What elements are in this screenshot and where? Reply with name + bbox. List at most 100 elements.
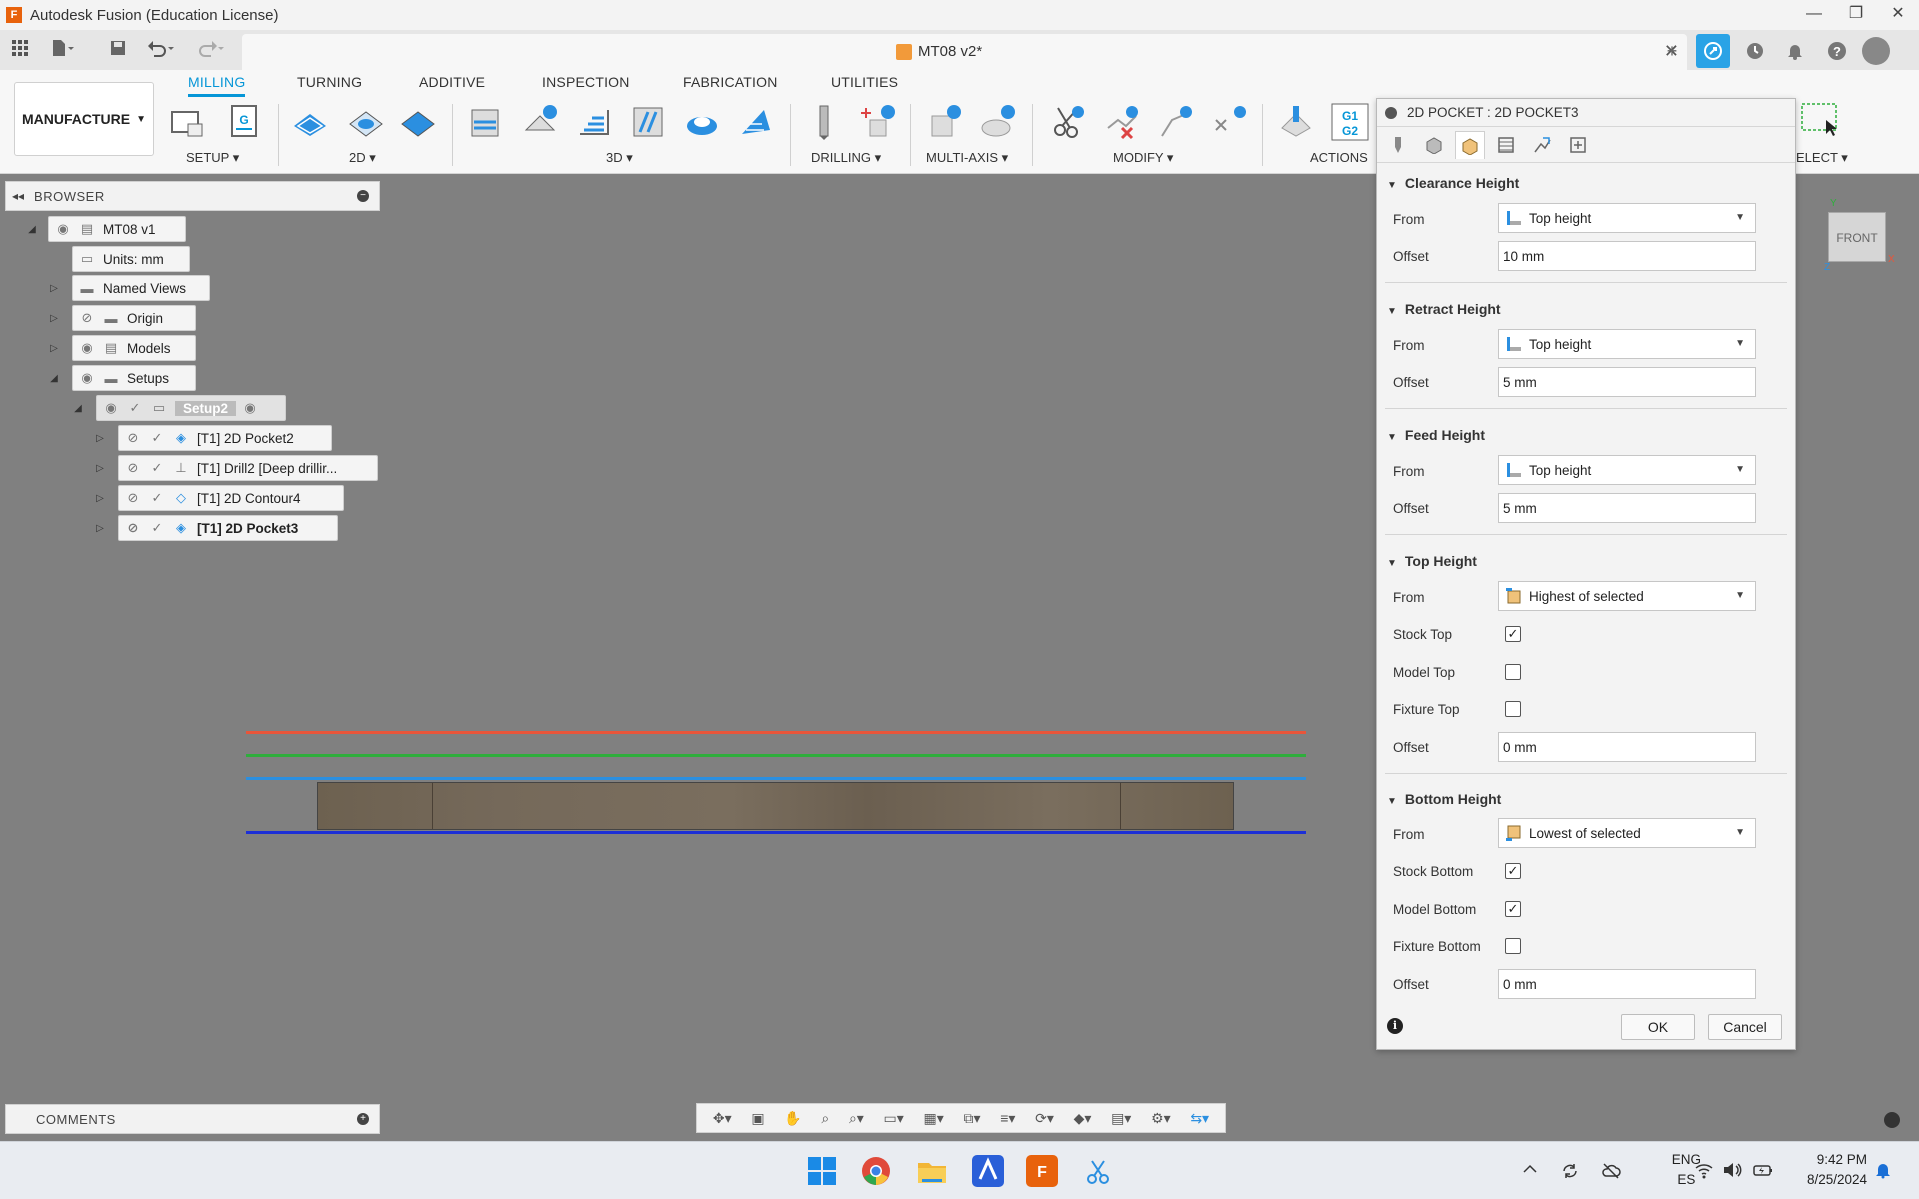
tree-operation-node[interactable]: ⊘ ✓ ◈ [T1] 2D Pocket2 [118,425,332,451]
tree-units-node[interactable]: ▭ Units: mm [72,246,190,272]
post-process-g1g2-icon[interactable]: G1 G2 [1330,102,1370,142]
new-setup-icon[interactable] [168,102,208,142]
cloud-offline-tray-icon[interactable] [1601,1161,1621,1185]
scallop-icon[interactable] [736,102,776,142]
expand-op1-icon[interactable]: ▷ [94,433,106,445]
retract-from-dropdown[interactable]: Top height ▼ [1498,329,1756,359]
window-select-icon[interactable] [1800,100,1840,140]
eye-icon[interactable]: ◉ [77,368,97,388]
tree-operation-node-active[interactable]: ⊘ ✓ ◈ [T1] 2D Pocket3 [118,515,338,541]
multi-axis-group-label[interactable]: MULTI-AXIS ▾ [926,150,1008,166]
cancel-button[interactable]: Cancel [1708,1014,1782,1040]
data-panel-grid-icon[interactable] [8,38,32,62]
trim-scissors-icon[interactable] [1048,102,1088,142]
job-status-icon[interactable] [1696,34,1730,68]
multi-axis-contour-icon[interactable] [978,102,1018,142]
zoom-icon[interactable]: ⌕ [821,1110,829,1127]
fixture-top-checkbox[interactable] [1505,701,1521,717]
workspace-switcher[interactable]: MANUFACTURE ▼ [14,82,154,156]
model-top-checkbox[interactable] [1505,664,1521,680]
expand-origin-icon[interactable]: ▷ [48,313,60,325]
show-hidden-icons-chevron[interactable] [1522,1161,1538,1181]
user-avatar[interactable] [1862,37,1890,65]
parallel-icon[interactable] [628,102,668,142]
linking-tab-icon[interactable] [1527,131,1557,159]
collapse-browser-icon[interactable]: ◂◂ [12,189,24,203]
expand-named-views-icon[interactable]: ▷ [48,283,60,295]
2d-pocket-icon[interactable] [346,102,386,142]
clock-history-icon[interactable] [1738,34,1772,68]
fusion-taskbar-icon[interactable]: F [1026,1155,1058,1187]
geometry-tab-icon[interactable] [1419,131,1449,159]
contour-icon[interactable] [682,102,722,142]
select-group-label[interactable]: ELECT ▾ [1796,150,1848,166]
visual-style-icon[interactable]: ▤▾ [1111,1110,1131,1127]
expand-op4-icon[interactable]: ▷ [94,523,106,535]
face-icon[interactable] [398,102,438,142]
setup-group-label[interactable]: SETUP ▾ [186,150,239,166]
sync-tray-icon[interactable] [1560,1161,1580,1185]
passes-tab-icon[interactable] [1491,131,1521,159]
tab-additive[interactable]: ADDITIVE [419,74,485,90]
orbit-type-icon[interactable]: ⟳▾ [1035,1110,1054,1127]
stock-bottom-checkbox[interactable]: ✓ [1505,863,1521,879]
section-analysis-icon[interactable]: ◆▾ [1074,1110,1092,1127]
new-tab-button[interactable]: + [1655,34,1689,68]
file-explorer-icon[interactable] [916,1155,948,1187]
view-cube[interactable]: FRONT [1828,212,1886,262]
display-settings-icon[interactable]: ▭▾ [884,1110,904,1127]
feed-offset-input[interactable] [1498,493,1756,523]
notifications-bell-icon[interactable] [1778,34,1812,68]
environment-icon[interactable]: ≡▾ [1000,1110,1015,1127]
top-height-section[interactable]: ▼ Top Height [1387,553,1477,569]
top-offset-input[interactable] [1498,732,1756,762]
3d-pocket-icon[interactable] [520,102,560,142]
eye-icon[interactable]: ◉ [77,338,97,358]
retract-height-section[interactable]: ▼ Retract Height [1387,301,1501,317]
clearance-height-section[interactable]: ▼ Clearance Height [1387,175,1519,191]
simulation-display-icon[interactable]: ⇆▾ [1190,1110,1209,1127]
eye-hidden-icon[interactable]: ⊘ [123,488,143,508]
drilling-group-label[interactable]: DRILLING ▾ [811,150,881,166]
close-window-button[interactable]: ✕ [1877,0,1919,30]
feed-height-section[interactable]: ▼ Feed Height [1387,427,1485,443]
expand-op2-icon[interactable]: ▷ [94,463,106,475]
eye-hidden-icon[interactable]: ⊘ [123,458,143,478]
grid-settings-icon[interactable]: ▦▾ [923,1110,943,1127]
restore-button[interactable]: ❐ [1835,0,1877,30]
stock-model-part[interactable] [317,782,1234,830]
3d-group-label[interactable]: 3D ▾ [606,150,633,166]
help-icon[interactable]: ? [1820,34,1854,68]
eye-icon[interactable]: ◉ [101,398,121,418]
delete-toolpath-icon[interactable] [1102,102,1142,142]
autocad-app-icon[interactable] [972,1155,1004,1187]
tab-inspection[interactable]: INSPECTION [542,74,630,90]
save-icon[interactable] [106,38,130,62]
simulate-icon[interactable] [1276,102,1316,142]
eye-hidden-icon[interactable]: ⊘ [123,428,143,448]
pan-hand-icon[interactable]: ✋ [784,1110,801,1127]
fixture-bottom-checkbox[interactable] [1505,938,1521,954]
move-toolpath-icon[interactable] [1156,102,1196,142]
tree-operation-node[interactable]: ⊘ ✓ ⊥ [T1] Drill2 [Deep drillir... [118,455,378,481]
eye-hidden-icon[interactable]: ⊘ [123,518,143,538]
expand-models-icon[interactable]: ▷ [48,343,60,355]
tree-models-node[interactable]: ◉ ▤ Models [72,335,196,361]
hole-recognition-icon[interactable] [858,102,898,142]
start-windows-icon[interactable] [806,1155,838,1187]
eye-hidden-icon[interactable]: ⊘ [77,308,97,328]
redo-icon[interactable] [196,38,224,62]
info-icon[interactable]: i [1387,1018,1403,1034]
viewports-icon[interactable]: ⧉▾ [963,1110,980,1127]
collapse-root-icon[interactable]: ◢ [26,224,38,236]
snipping-tool-icon[interactable] [1082,1155,1114,1187]
2d-adaptive-icon[interactable] [290,102,330,142]
expand-op3-icon[interactable]: ▷ [94,493,106,505]
tab-milling[interactable]: MILLING [188,74,246,97]
bottom-from-dropdown[interactable]: Lowest of selected ▼ [1498,818,1756,848]
collapse-setup2-icon[interactable]: ◢ [72,403,84,415]
tree-named-views-node[interactable]: ▬ Named Views [72,275,210,301]
post-process-tab-icon[interactable] [1563,131,1593,159]
tree-operation-node[interactable]: ⊘ ✓ ◇ [T1] 2D Contour4 [118,485,344,511]
retract-offset-input[interactable] [1498,367,1756,397]
